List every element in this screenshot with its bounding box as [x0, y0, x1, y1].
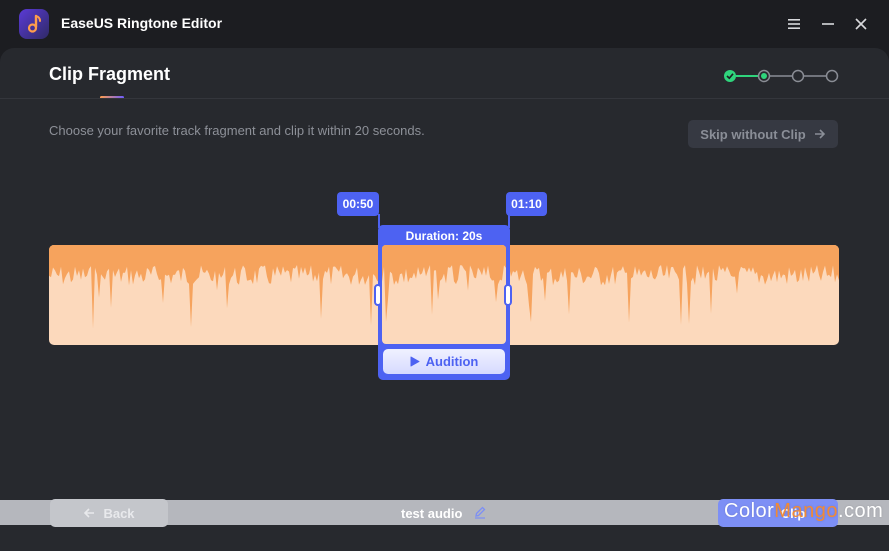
instruction-text: Choose your favorite track fragment and …	[49, 123, 425, 138]
edit-pencil-icon[interactable]	[473, 505, 487, 519]
page-title: Clip Fragment	[49, 64, 171, 84]
app-title: EaseUS Ringtone Editor	[61, 15, 223, 31]
selection-waveform	[382, 245, 506, 344]
audition-label: Audition	[425, 354, 479, 369]
waveform-peaks	[382, 245, 506, 322]
duration-label: Duration: 20s	[405, 229, 483, 243]
start-drag-handle[interactable]	[374, 284, 382, 306]
menu-icon	[788, 19, 800, 29]
title-bar: EaseUS Ringtone Editor	[0, 0, 889, 48]
selection-waveform-graphic	[382, 245, 506, 322]
close-icon	[855, 18, 867, 30]
close-button[interactable]	[849, 12, 873, 36]
end-drag-handle[interactable]	[504, 284, 512, 306]
end-time-badge: 01:10	[506, 192, 547, 216]
header-divider	[0, 98, 889, 99]
audition-button[interactable]: Audition	[383, 349, 505, 374]
clip-selection[interactable]: Duration: 20s Audition	[378, 225, 510, 380]
step-4-icon	[825, 69, 839, 83]
start-time-badge: 00:50	[337, 192, 379, 216]
watermark: ColorMango.com	[724, 500, 884, 522]
menu-button[interactable]	[782, 12, 806, 36]
play-icon	[410, 356, 420, 367]
back-label: Back	[103, 505, 135, 521]
music-note-icon	[27, 14, 41, 33]
step-1-done-icon	[724, 70, 736, 82]
minimize-icon	[822, 23, 834, 25]
back-button[interactable]: Back	[50, 499, 168, 527]
step-3-icon	[791, 69, 805, 83]
arrow-right-icon	[814, 129, 825, 139]
skip-without-clip-button[interactable]: Skip without Clip	[688, 120, 838, 148]
app-logo	[19, 9, 49, 39]
skip-label: Skip without Clip	[700, 126, 806, 142]
progress-stepper	[724, 69, 839, 83]
file-name: test audio	[401, 506, 463, 521]
step-2-current-icon	[757, 69, 771, 83]
minimize-button[interactable]	[816, 12, 840, 36]
arrow-left-icon	[84, 508, 95, 518]
